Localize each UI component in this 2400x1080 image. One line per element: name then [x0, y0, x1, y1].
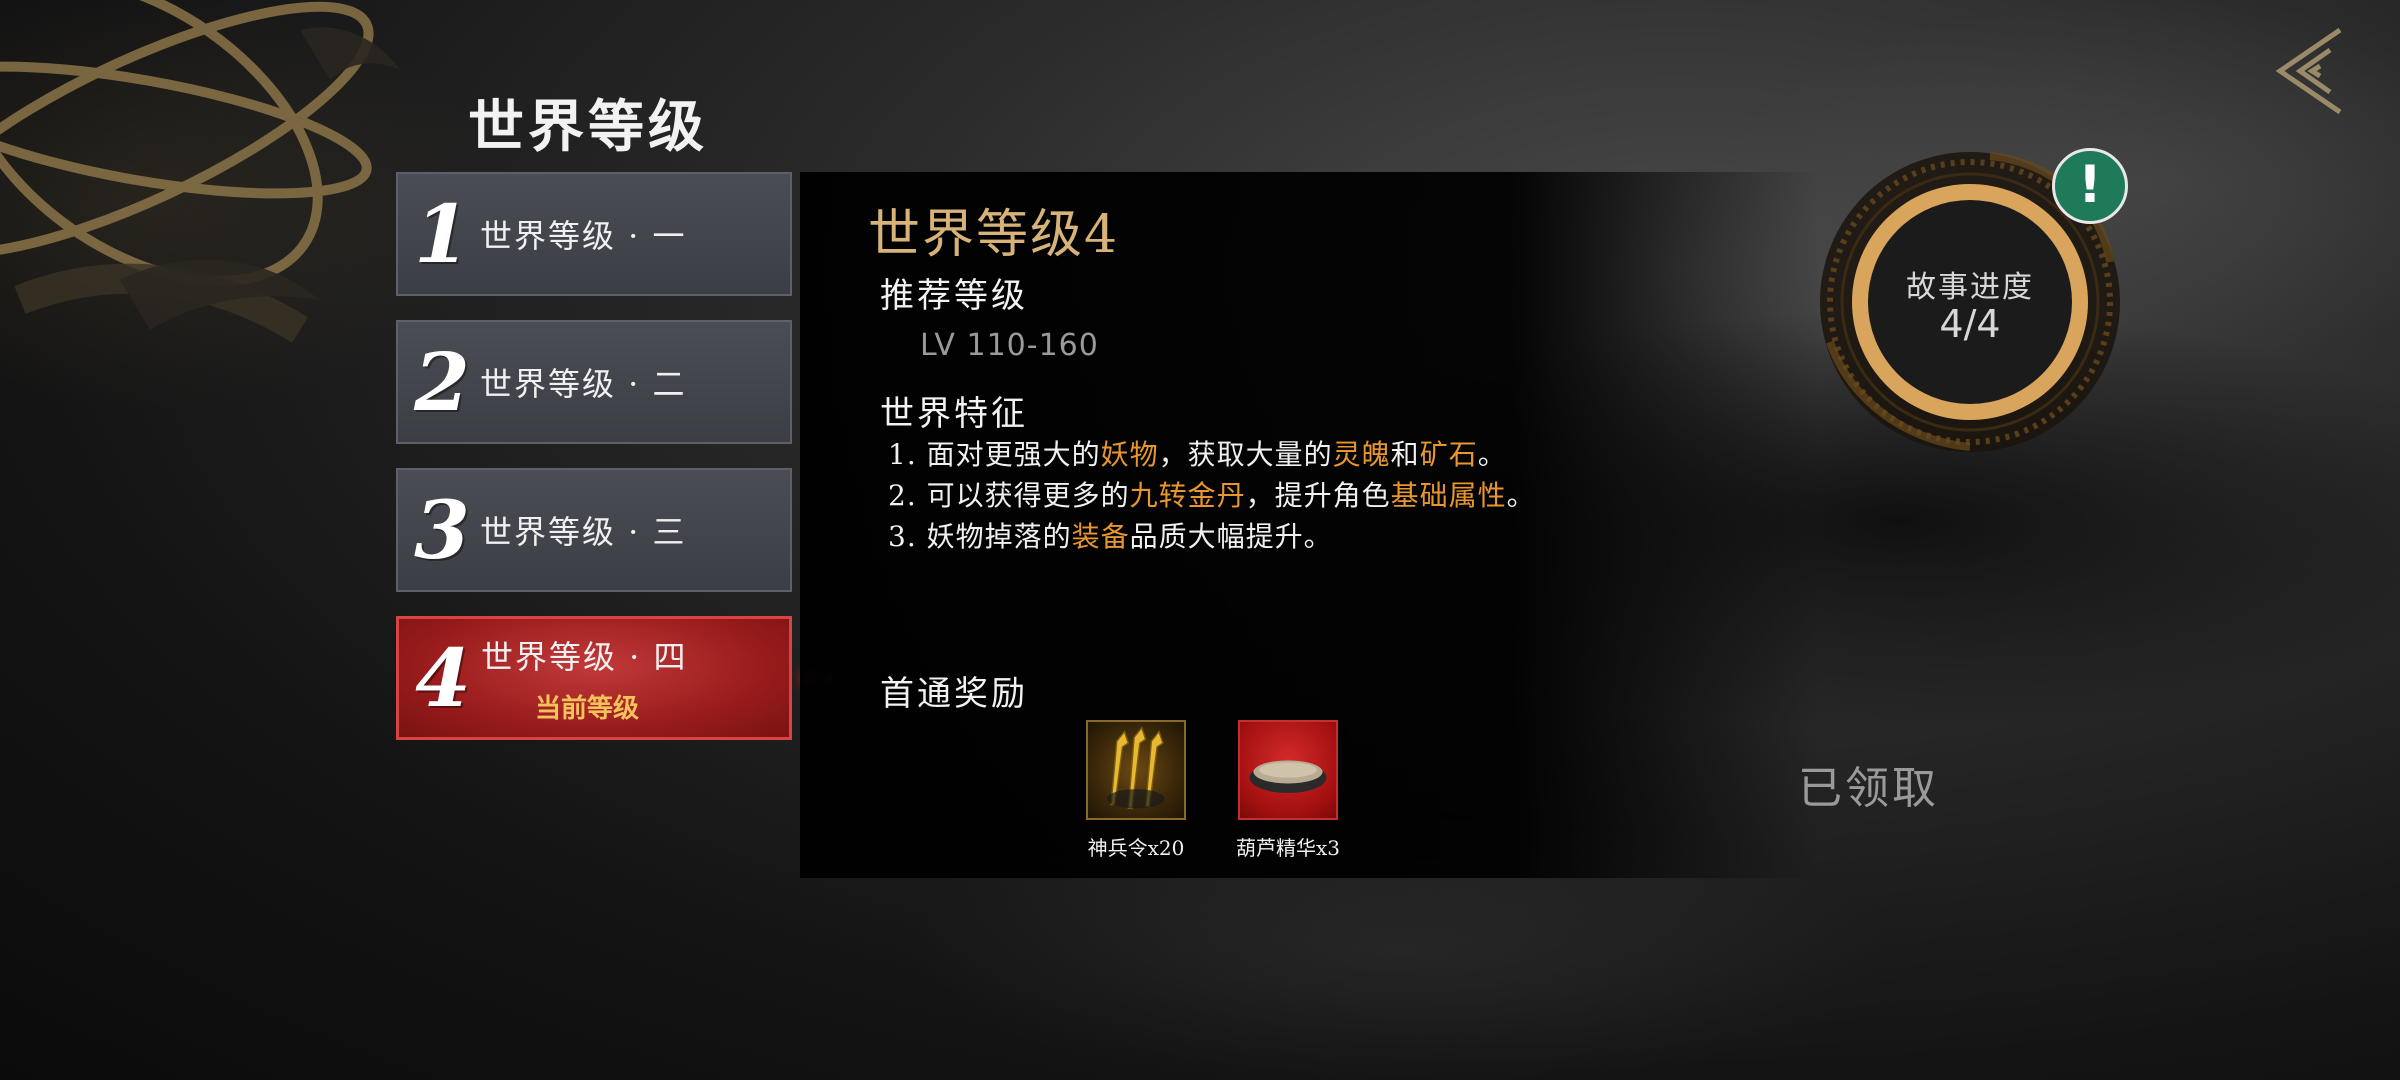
reward-item-1[interactable]: 神兵令x20	[1086, 720, 1186, 861]
level-number: 3	[414, 483, 470, 577]
reward-item-2[interactable]: 葫芦精华x3	[1236, 720, 1340, 861]
level-text: 世界等级 · 一	[480, 211, 687, 257]
page-title: 世界等级	[468, 94, 708, 160]
detail-title: 世界等级4	[868, 205, 1120, 265]
recommended-heading: 推荐等级	[880, 276, 1028, 316]
story-progress-label: 故事进度	[1906, 270, 2034, 305]
level-label: 世界等级 · 三	[480, 513, 687, 551]
level-text: 世界等级 · 四 当前等级	[481, 632, 688, 725]
level-list: 1 世界等级 · 一 2 世界等级 · 二 3 世界等级 · 三 4 世界等级 …	[396, 172, 792, 764]
level-label: 世界等级 · 二	[480, 365, 687, 403]
back-arrow-icon[interactable]	[2270, 26, 2350, 116]
recommended-level-value: LV 110-160	[920, 328, 1099, 363]
feature-line-2: 2. 可以获得更多的九转金丹，提升角色基础属性。	[888, 479, 1536, 512]
reward-label: 神兵令x20	[1087, 836, 1185, 860]
level-text: 世界等级 · 三	[480, 507, 687, 553]
current-level-tag: 当前等级	[535, 693, 640, 724]
alert-icon[interactable]: !	[2052, 148, 2128, 224]
weapon-token-icon	[1086, 720, 1186, 820]
story-progress-value: 4/4	[1939, 302, 2001, 346]
level-item-1[interactable]: 1 世界等级 · 一	[396, 172, 792, 296]
feature-line-3: 3. 妖物掉落的装备品质大幅提升。	[888, 520, 1333, 553]
level-number: 1	[414, 187, 470, 281]
level-item-3[interactable]: 3 世界等级 · 三	[396, 468, 792, 592]
features-list: 1. 面对更强大的妖物，获取大量的灵魄和矿石。 2. 可以获得更多的九转金丹，提…	[888, 434, 1536, 557]
claimed-status: 已领取	[1798, 763, 1939, 814]
level-number: 4	[415, 631, 471, 725]
features-heading: 世界特征	[880, 394, 1028, 434]
detail-panel: 世界等级4 推荐等级 LV 110-160 世界特征 1. 面对更强大的妖物，获…	[800, 172, 1820, 878]
reward-row: 神兵令x20 葫芦精华x3	[1086, 720, 1340, 861]
level-label: 世界等级 · 四	[481, 637, 688, 676]
level-item-4-active[interactable]: 4 世界等级 · 四 当前等级	[396, 616, 792, 740]
reward-label: 葫芦精华x3	[1236, 836, 1341, 860]
level-text: 世界等级 · 二	[480, 359, 687, 405]
level-label: 世界等级 · 一	[480, 217, 687, 255]
gourd-essence-icon	[1238, 720, 1338, 820]
level-number: 2	[414, 335, 470, 429]
feature-line-1: 1. 面对更强大的妖物，获取大量的灵魄和矿石。	[888, 438, 1507, 471]
reward-heading: 首通奖励	[880, 674, 1028, 714]
level-item-2[interactable]: 2 世界等级 · 二	[396, 320, 792, 444]
